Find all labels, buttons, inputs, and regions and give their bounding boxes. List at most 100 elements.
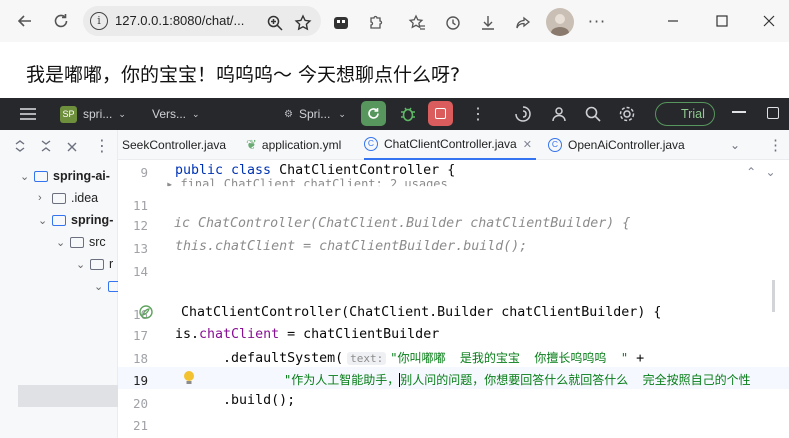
chevron-down-icon: ⌄ <box>192 108 200 119</box>
ide-toolbar: SP spri... ⌄ Vers... ⌄ ⚙ Spri... ⌄ ⋮ Tri… <box>0 98 789 130</box>
downloads-icon[interactable] <box>475 10 501 36</box>
search-icon[interactable] <box>584 105 602 127</box>
run-config-icon: ⚙ <box>284 108 293 120</box>
site-info-icon[interactable]: i <box>90 12 108 30</box>
code-text: ChatClientController { <box>271 163 456 178</box>
expand-all-icon[interactable] <box>14 138 26 157</box>
stop-button[interactable] <box>428 101 453 126</box>
spring-bean-gutter-icon[interactable] <box>138 304 154 324</box>
code-string: "你叫嘟嘟 是我的宝宝 你擅长呜呜呜 " <box>390 351 629 365</box>
ide-maximize-icon[interactable] <box>767 107 779 119</box>
code-keyword: public class <box>175 163 272 178</box>
folder-icon <box>52 192 66 204</box>
run-config-selector[interactable]: ⚙ Spri... ⌄ <box>284 98 346 130</box>
rerun-icon <box>368 108 379 119</box>
panel-options-icon[interactable]: ⋮ <box>94 136 110 155</box>
tab-openai-controller[interactable]: C OpenAiController.java <box>548 130 685 160</box>
project-widget[interactable]: SP spri... ⌄ <box>60 98 126 130</box>
tab-label: SeekController.java <box>122 138 227 152</box>
code-string: "作为人工智能助手， <box>284 373 400 387</box>
chevron-down-icon[interactable]: ⌄ <box>766 165 776 179</box>
close-tab-icon[interactable]: ✕ <box>523 138 532 151</box>
chevron-down-icon: ⌄ <box>76 258 86 271</box>
tree-label: spring-ai- <box>53 169 110 183</box>
java-class-icon: C <box>548 138 562 152</box>
lightbulb-icon[interactable] <box>182 370 196 390</box>
zoom-icon[interactable] <box>262 10 288 36</box>
extension-app-icon[interactable] <box>328 10 354 36</box>
close-window-icon[interactable] <box>756 8 782 34</box>
more-menu-icon[interactable]: ··· <box>584 8 610 34</box>
folder-icon <box>90 258 104 270</box>
bookmark-star-icon[interactable] <box>290 10 316 36</box>
code-editor[interactable]: ⚠ 1 ⌃ ⌄ 9 11 12 13 14 16 17 18 19 20 21 … <box>118 160 789 438</box>
close-panel-icon[interactable] <box>66 138 78 157</box>
line-number: 14 <box>132 264 148 279</box>
history-icon[interactable] <box>440 10 466 36</box>
tabs-more-icon[interactable]: ⋮ <box>768 130 783 160</box>
tab-seek-controller[interactable]: SeekController.java <box>122 130 226 160</box>
share-icon[interactable] <box>510 10 536 36</box>
favorites-icon[interactable] <box>404 10 430 36</box>
extensions-puzzle-icon[interactable] <box>362 10 388 36</box>
tree-item-idea[interactable]: › .idea <box>38 187 98 209</box>
tab-label: OpenAiController.java <box>568 138 685 152</box>
chevron-right-icon: › <box>38 192 42 204</box>
reload-icon[interactable] <box>48 8 74 34</box>
minimize-icon[interactable] <box>660 8 686 34</box>
settings-gear-icon[interactable] <box>618 105 636 127</box>
code-line-12: ic ChatController(ChatClient.Builder cha… <box>174 216 631 231</box>
project-tool-window: ⋮ ⌄ spring-ai- › .idea ⌄ spring- ⌄ src ⌄… <box>0 130 122 438</box>
trial-button[interactable]: Trial <box>655 102 715 126</box>
tree-item-src[interactable]: ⌄ src <box>56 231 106 253</box>
trial-label: Trial <box>681 107 705 121</box>
tab-label: ChatClientController.java <box>384 137 517 151</box>
run-config-label: Spri... <box>298 107 331 121</box>
vcs-label: Vers... <box>152 107 187 121</box>
main-menu-icon[interactable] <box>20 98 36 130</box>
back-icon[interactable] <box>12 8 38 34</box>
ai-assistant-icon[interactable] <box>514 105 532 127</box>
java-class-icon: C <box>364 137 378 151</box>
param-hint: text: <box>347 352 387 365</box>
code-field: chatClient <box>199 327 280 342</box>
vcs-widget[interactable]: Vers... ⌄ <box>152 98 200 130</box>
line-number: 18 <box>132 351 148 366</box>
profile-avatar[interactable] <box>546 8 574 36</box>
code-line-17: is.chatClient = chatClientBuilder <box>175 327 439 342</box>
more-actions-icon[interactable]: ⋮ <box>470 98 486 130</box>
tree-item-module[interactable]: ⌄ spring- <box>38 209 113 231</box>
chevron-down-icon: ⌄ <box>94 280 104 293</box>
code-text: = chatClientBuilder <box>279 327 440 342</box>
code-string: 别人问的问题，你想要回答什么就回答什么 完全按照自己的个性 <box>400 373 751 387</box>
editor-tabs: SeekController.java ❦ application.yml C … <box>118 130 789 160</box>
module-folder-icon <box>34 170 48 182</box>
code-line-16: ChatClientController(ChatClient.Builder … <box>173 305 662 320</box>
folder-icon <box>70 236 84 248</box>
chevron-down-icon: ⌄ <box>20 170 30 183</box>
tabs-dropdown-icon[interactable]: ⌄ <box>730 130 740 160</box>
tree-item-main[interactable]: ⌄ r <box>76 253 113 275</box>
code-line-20: .build(); <box>159 393 296 408</box>
url-text: 127.0.0.1:8080/chat/... <box>115 13 245 28</box>
tab-chat-client-controller[interactable]: C ChatClientController.java ✕ <box>364 130 536 160</box>
project-badge: SP <box>60 105 77 123</box>
line-number: 11 <box>132 198 148 213</box>
sticky-overlapped-line: ▸ final ChatClient chatClient; 2 usages <box>166 177 448 191</box>
editor-scrollbar[interactable] <box>772 280 775 312</box>
collapse-all-icon[interactable] <box>40 138 52 157</box>
tree-selected-row[interactable] <box>18 385 118 407</box>
tab-label: application.yml <box>261 138 342 152</box>
ide-minimize-icon[interactable] <box>732 111 746 113</box>
code-text: .defaultSystem( <box>159 351 344 366</box>
chevron-down-icon: ⌄ <box>118 108 126 119</box>
code-with-me-icon[interactable] <box>550 105 568 127</box>
tree-item-root[interactable]: ⌄ spring-ai- <box>20 165 110 187</box>
debug-icon[interactable] <box>398 104 418 124</box>
maximize-icon[interactable] <box>709 8 735 34</box>
code-text: is. <box>175 327 200 342</box>
rerun-button[interactable] <box>361 101 386 126</box>
chevron-down-icon: ⌄ <box>38 214 48 227</box>
tab-application-yml[interactable]: ❦ application.yml <box>246 130 341 160</box>
browser-toolbar: i 127.0.0.1:8080/chat/... ··· <box>0 0 789 42</box>
